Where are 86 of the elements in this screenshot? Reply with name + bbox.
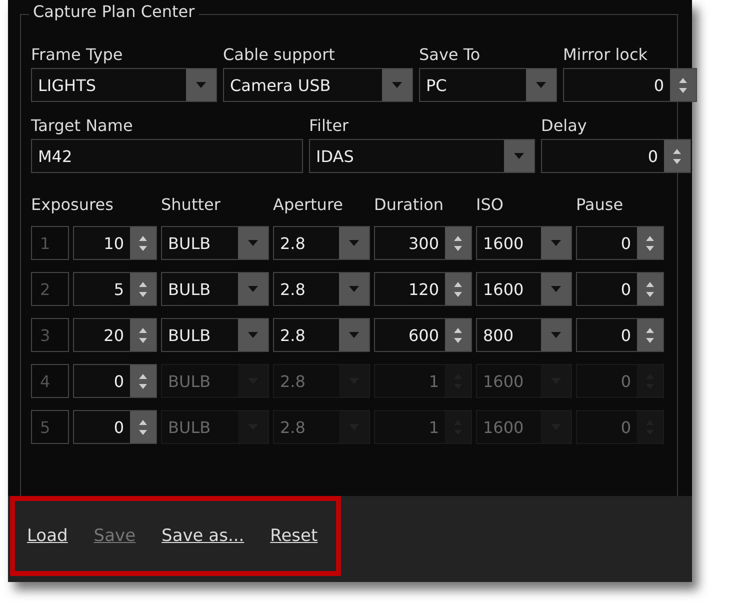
up-arrow-icon <box>679 78 687 82</box>
dropdown[interactable]: 1600 <box>476 272 572 306</box>
down-arrow-icon <box>646 292 654 296</box>
spin-box[interactable]: 600 <box>374 318 472 352</box>
dropdown-arrow-icon <box>536 82 546 88</box>
dropdown[interactable]: 2.8 <box>273 318 370 352</box>
dropdown-arrow-icon <box>248 332 258 338</box>
column-header: ISO <box>476 195 504 214</box>
dropdown[interactable]: 1600 <box>476 226 572 260</box>
down-arrow-icon <box>139 338 147 342</box>
dropdown[interactable]: LIGHTS <box>31 68 217 102</box>
down-arrow-icon <box>646 338 654 342</box>
up-arrow-icon <box>646 236 654 240</box>
field-label: Target Name <box>31 116 134 135</box>
dropdown[interactable]: IDAS <box>309 139 535 173</box>
dropdown[interactable]: 800 <box>476 318 572 352</box>
column-header: Shutter <box>161 195 222 214</box>
dropdown-arrow-icon <box>551 332 561 338</box>
group-title: Capture Plan Center <box>29 2 199 21</box>
down-arrow-icon <box>139 430 147 434</box>
down-arrow-icon <box>454 292 462 296</box>
up-arrow-icon <box>139 328 147 332</box>
dropdown[interactable]: Camera USB <box>223 68 413 102</box>
down-arrow-icon <box>646 246 654 250</box>
spin-box[interactable]: 10 <box>73 226 157 260</box>
down-arrow-icon <box>139 292 147 296</box>
spin-box[interactable]: 300 <box>374 226 472 260</box>
input-field[interactable]: M42 <box>31 139 303 173</box>
up-arrow-icon <box>454 236 462 240</box>
spin-box[interactable]: 0 <box>576 272 664 306</box>
column-header: Duration <box>374 195 444 214</box>
row-number: 3 <box>31 318 69 352</box>
spin-box[interactable]: 0 <box>541 139 691 173</box>
down-arrow-icon <box>454 246 462 250</box>
spin-box[interactable]: 120 <box>374 272 472 306</box>
up-arrow-icon <box>673 148 681 154</box>
dropdown[interactable]: PC <box>419 68 557 102</box>
down-arrow-icon <box>139 384 147 388</box>
field-label: Save To <box>419 45 482 64</box>
dropdown-arrow-icon <box>514 153 524 159</box>
dropdown-arrow-icon <box>248 240 258 246</box>
down-arrow-icon <box>454 338 462 342</box>
up-arrow-icon <box>139 236 147 240</box>
spin-box[interactable]: 0 <box>576 226 664 260</box>
field-label: Delay <box>541 116 588 135</box>
spin-box[interactable]: 0 <box>576 318 664 352</box>
link[interactable]: Reset <box>270 526 318 546</box>
spin-box[interactable]: 20 <box>73 318 157 352</box>
dropdown[interactable]: BULB <box>161 318 269 352</box>
up-arrow-icon <box>139 374 147 378</box>
row-number: 4 <box>31 364 69 398</box>
dropdown-arrow-icon <box>349 240 359 246</box>
link[interactable]: Save as... <box>162 526 244 546</box>
spin-box[interactable]: 0 <box>563 68 697 102</box>
dropdown-arrow-icon <box>248 286 258 292</box>
row-number: 5 <box>31 410 69 444</box>
down-arrow-icon <box>139 246 147 250</box>
up-arrow-icon <box>454 328 462 332</box>
up-arrow-icon <box>454 282 462 286</box>
row-number: 1 <box>31 226 69 260</box>
column-header: Aperture <box>273 195 344 214</box>
dropdown-arrow-icon <box>349 286 359 292</box>
down-arrow-icon <box>679 88 687 92</box>
column-header: Pause <box>576 195 624 214</box>
dropdown[interactable]: 2.8 <box>273 272 370 306</box>
dropdown[interactable]: 2.8 <box>273 226 370 260</box>
down-arrow-icon <box>673 158 681 164</box>
dropdown-arrow-icon <box>392 82 402 88</box>
up-arrow-icon <box>646 282 654 286</box>
column-header: Exposures <box>31 195 114 214</box>
dropdown-arrow-icon <box>349 332 359 338</box>
dropdown[interactable]: BULB <box>161 272 269 306</box>
dropdown[interactable]: BULB <box>161 226 269 260</box>
field-label: Frame Type <box>31 45 124 64</box>
spin-box[interactable]: 5 <box>73 272 157 306</box>
field-label: Cable support <box>223 45 336 64</box>
field-label: Mirror lock <box>563 45 649 64</box>
row-number: 2 <box>31 272 69 306</box>
link[interactable]: Load <box>27 526 68 546</box>
up-arrow-icon <box>646 328 654 332</box>
dropdown-arrow-icon <box>196 82 206 88</box>
up-arrow-icon <box>139 282 147 286</box>
up-arrow-icon <box>139 420 147 424</box>
dropdown-arrow-icon <box>551 240 561 246</box>
field-label: Filter <box>309 116 350 135</box>
dropdown-arrow-icon <box>551 286 561 292</box>
